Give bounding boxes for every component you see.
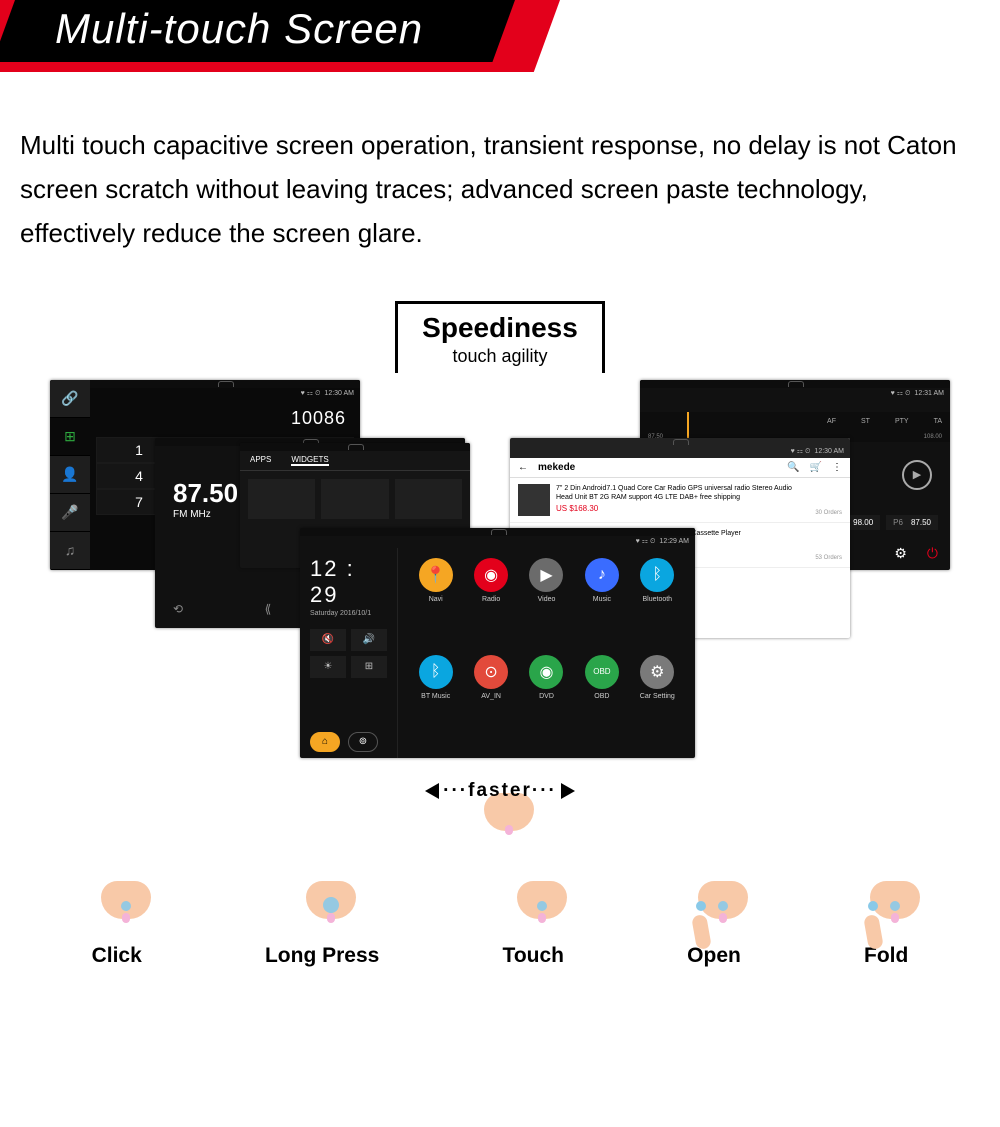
link-icon[interactable]: 🔗: [50, 380, 90, 418]
clock-time: 12 : 29: [310, 556, 387, 608]
speediness-box: Speediness touch agility: [395, 301, 605, 373]
fm-unit: FM MHz: [173, 509, 238, 520]
app-video[interactable]: ▶Video: [521, 558, 572, 651]
back-icon[interactable]: ←: [518, 462, 528, 473]
settings-icon[interactable]: ⊞: [351, 656, 387, 678]
page-title: Multi-touch Screen: [55, 5, 423, 53]
vol-down-icon[interactable]: 🔇: [310, 629, 346, 651]
screen-home: ♥ ⚏ ⏲12:29 AM 12 : 29 Saturday 2016/10/1…: [300, 528, 695, 758]
gesture-open: Open: [687, 898, 741, 968]
brightness-icon[interactable]: ☀: [310, 656, 346, 678]
app-navi[interactable]: 📍Navi: [410, 558, 461, 651]
gesture-click: Click: [92, 898, 142, 968]
search-icon[interactable]: 🔍: [787, 462, 799, 473]
apps-button[interactable]: ⊚: [348, 732, 378, 752]
speediness-subtitle: touch agility: [398, 346, 602, 367]
tab-apps[interactable]: APPS: [250, 455, 271, 466]
gesture-row: Click Long Press Touch Open Fold: [0, 898, 1000, 968]
app-bluetooth[interactable]: ᛒBluetooth: [632, 558, 683, 651]
contacts-icon[interactable]: 👤: [50, 456, 90, 494]
gesture-fold: Fold: [864, 898, 908, 968]
clock-date: Saturday 2016/10/1: [310, 610, 387, 617]
description-text: Multi touch capacitive screen operation,…: [20, 123, 980, 256]
gesture-long-press: Long Press: [265, 898, 379, 968]
app-dvd[interactable]: ◉DVD: [521, 655, 572, 748]
dialpad-icon[interactable]: ⊞: [50, 418, 90, 456]
app-car-setting[interactable]: ⚙Car Setting: [632, 655, 683, 748]
menu-icon[interactable]: ⋮: [832, 462, 842, 473]
vol-up-icon[interactable]: 🔊: [351, 629, 387, 651]
dialed-number: 10086: [90, 400, 360, 437]
power-icon[interactable]: ⏻: [927, 545, 938, 562]
screens-stage: 🔗 ⊞ 👤 🎤 ♫ ♥ ⚏ ⏲12:30 AM 10086 123 456 78…: [0, 368, 1000, 778]
home-button[interactable]: ⌂: [310, 732, 340, 752]
app-bt-music[interactable]: ᛒBT Music: [410, 655, 461, 748]
cart-icon[interactable]: 🛒: [810, 462, 822, 473]
list-item[interactable]: 7" 2 Din Android7.1 Quad Core Car Radio …: [510, 478, 850, 523]
play-icon[interactable]: ▶: [902, 460, 932, 490]
app-radio[interactable]: ◉Radio: [465, 558, 516, 651]
header-ribbon: Multi-touch Screen: [0, 0, 1000, 78]
eq-icon[interactable]: ⚙: [894, 545, 907, 562]
speediness-title: Speediness: [398, 312, 602, 344]
mic-icon[interactable]: 🎤: [50, 494, 90, 532]
app-music[interactable]: ♪Music: [576, 558, 627, 651]
music-icon[interactable]: ♫: [50, 532, 90, 570]
status-time: 12:30 AM: [324, 390, 354, 397]
fm-frequency: 87.50: [173, 478, 238, 509]
app-av_in[interactable]: ⊙AV_IN: [465, 655, 516, 748]
gesture-touch: Touch: [503, 898, 564, 968]
faster-indicator: ···faster···: [0, 780, 1000, 828]
tab-widgets[interactable]: WIDGETS: [291, 455, 328, 466]
search-term: mekede: [538, 462, 575, 473]
app-obd[interactable]: OBDOBD: [576, 655, 627, 748]
